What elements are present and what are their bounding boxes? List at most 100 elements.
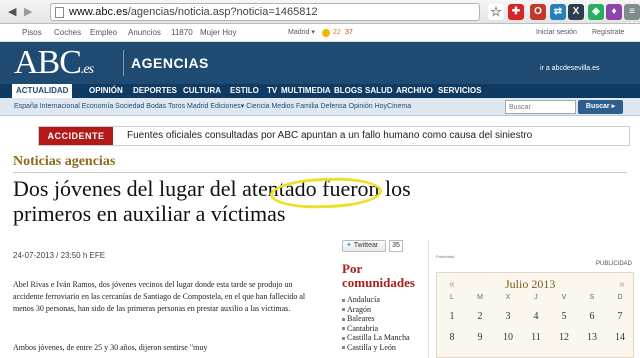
tweet-label: Twittear	[353, 242, 379, 249]
calendar-day[interactable]: 10	[501, 332, 515, 343]
headline-line-1: Dos jóvenes del lugar del atentado fuero…	[13, 176, 411, 201]
nav-deportes[interactable]: DEPORTES	[133, 84, 177, 98]
back-icon[interactable]: ◀	[8, 5, 16, 18]
toplink-pisos[interactable]: Pisos	[22, 24, 42, 42]
url-path: /agencias/noticia.asp?noticia=1465812	[127, 6, 318, 18]
calendar-day[interactable]: 5	[557, 311, 571, 322]
x-icon[interactable]: X	[568, 4, 584, 20]
shield-icon[interactable]: ♦	[606, 4, 622, 20]
breaking-ticker: ACCIDENTE Fuentes oficiales consultadas …	[38, 126, 630, 146]
calendar-next-button[interactable]: »	[619, 279, 625, 290]
list-item[interactable]: Cantabria	[342, 324, 410, 334]
list-item[interactable]: Baleares	[342, 314, 410, 324]
headline-line-2: primeros en auxiliar a víctimas	[13, 201, 286, 226]
nav-servicios[interactable]: SERVICIOS	[438, 84, 481, 98]
calendar-widget: « Julio 2013 » L M X J V S D 1 2 3 4 5 6 7 8 9 10 11 12 13 1…	[436, 272, 634, 358]
bullet-icon	[342, 327, 345, 331]
login-link[interactable]: Iniciar sesión	[536, 24, 577, 42]
ad-label: PUBLICIDAD	[596, 261, 633, 267]
toplink-11870[interactable]: 11870	[171, 24, 193, 42]
temp-min: 37	[345, 29, 353, 36]
calendar-weekday: S	[589, 294, 595, 301]
temp-max: 22	[333, 29, 341, 36]
calendar-weekday: D	[617, 294, 623, 301]
list-item[interactable]: Aragón	[342, 305, 410, 315]
calendar-day[interactable]: 13	[585, 332, 599, 343]
lock-icon[interactable]: ◈	[588, 4, 604, 20]
calendar-day[interactable]: 3	[501, 311, 515, 322]
nav-blogs[interactable]: BLOGS	[334, 84, 362, 98]
calendar-day[interactable]: 8	[445, 332, 459, 343]
nav-tv[interactable]: TV	[267, 84, 277, 98]
article-dateline: 24-07-2013 / 23:50 h EFE	[13, 251, 106, 260]
toplink-mujerhoy[interactable]: Mujer Hoy	[200, 24, 236, 42]
calendar-day[interactable]: 11	[529, 332, 543, 343]
nav-multimedia[interactable]: MULTIMEDIA	[281, 84, 331, 98]
subnav-links[interactable]: España Internacional Economía Sociedad B…	[14, 98, 411, 116]
address-bar[interactable]: www.abc.es/agencias/noticia.asp?noticia=…	[50, 3, 480, 21]
calendar-day[interactable]: 4	[529, 311, 543, 322]
nav-opinion[interactable]: OPINIÓN	[89, 84, 123, 98]
calendar-day[interactable]: 14	[613, 332, 627, 343]
sevilla-link[interactable]: ir a abcdesevilla.es	[540, 65, 600, 72]
accident-badge: ACCIDENTE	[39, 127, 113, 145]
sun-icon	[322, 29, 330, 37]
toplink-coches[interactable]: Coches	[54, 24, 81, 42]
calendar-title: Julio 2013	[505, 277, 556, 291]
calendar-prev-button[interactable]: «	[449, 279, 455, 290]
bird-icon: ✦	[346, 242, 352, 249]
calendar-weekday: V	[561, 294, 567, 301]
header-divider	[123, 50, 124, 76]
top-links-bar: Pisos Coches Empleo Anuncios 11870 Mujer…	[0, 24, 640, 42]
calendar-day[interactable]: 1	[445, 311, 459, 322]
url-domain: www.abc.es	[69, 6, 128, 18]
comunidades-list: Andalucía Aragón Baleares Cantabria Cast…	[342, 295, 410, 352]
search-input[interactable]	[505, 100, 576, 114]
list-item[interactable]: Andalucía	[342, 295, 410, 305]
article-kicker: Noticias agencias	[13, 154, 116, 169]
comunidades-title: Por comunidades	[342, 261, 415, 290]
mail-icon[interactable]: O	[530, 4, 546, 20]
list-item[interactable]: Castilla La Mancha	[342, 333, 410, 343]
toplink-anuncios[interactable]: Anuncios	[128, 24, 161, 42]
calendar-weekday: L	[450, 294, 454, 301]
article-headline: Dos jóvenes del lugar del atentado fuero…	[13, 176, 473, 226]
register-link[interactable]: Regístrate	[592, 24, 624, 42]
bullet-icon	[342, 317, 345, 321]
nav-cultura[interactable]: CULTURA	[183, 84, 221, 98]
plus-icon[interactable]: ✚	[508, 4, 524, 20]
calendar-day[interactable]: 7	[613, 311, 627, 322]
bullet-icon	[342, 298, 345, 302]
section-title: AGENCIAS	[131, 55, 209, 71]
sync-icon[interactable]: ⇄	[550, 4, 566, 20]
list-item[interactable]: Castilla y León	[342, 343, 410, 353]
menu-icon[interactable]: ≡	[624, 4, 640, 20]
star-icon[interactable]: ☆	[488, 4, 504, 20]
ad-label-small: Publicidad	[436, 254, 455, 259]
column-divider	[428, 240, 429, 358]
calendar-day[interactable]: 6	[585, 311, 599, 322]
calendar-day[interactable]: 9	[473, 332, 487, 343]
nav-archivo[interactable]: ARCHIVO	[396, 84, 433, 98]
ticker-headline[interactable]: Fuentes oficiales consultadas por ABC ap…	[127, 130, 532, 141]
calendar-weekday: J	[534, 294, 538, 301]
page: ◀ ▶ www.abc.es/agencias/noticia.asp?noti…	[0, 0, 640, 358]
calendar-day[interactable]: 12	[557, 332, 571, 343]
forward-icon[interactable]: ▶	[24, 5, 32, 18]
calendar-weekday: X	[505, 294, 511, 301]
bullet-icon	[342, 336, 345, 340]
calendar-weekday: M	[477, 294, 483, 301]
search-button[interactable]: Buscar ▸	[578, 100, 623, 114]
nav-estilo[interactable]: ESTILO	[230, 84, 259, 98]
weather-city[interactable]: Madrid ▾	[288, 24, 315, 42]
abc-logo[interactable]: ABC.es	[14, 45, 94, 88]
browser-toolbar: ◀ ▶ www.abc.es/agencias/noticia.asp?noti…	[0, 0, 640, 24]
tweet-button[interactable]: ✦ Twittear	[342, 240, 386, 252]
toplink-empleo[interactable]: Empleo	[90, 24, 117, 42]
nav-actualidad[interactable]: ACTUALIDAD	[12, 84, 73, 98]
tweet-count: 35	[389, 240, 403, 252]
nav-salud[interactable]: SALUD	[365, 84, 393, 98]
calendar-day[interactable]: 2	[473, 311, 487, 322]
site-header: ABC.es AGENCIAS ir a abcdesevilla.es	[0, 42, 640, 84]
article-paragraph-2: Ambos jóvenes, de entre 25 y 30 años, di…	[13, 343, 208, 352]
